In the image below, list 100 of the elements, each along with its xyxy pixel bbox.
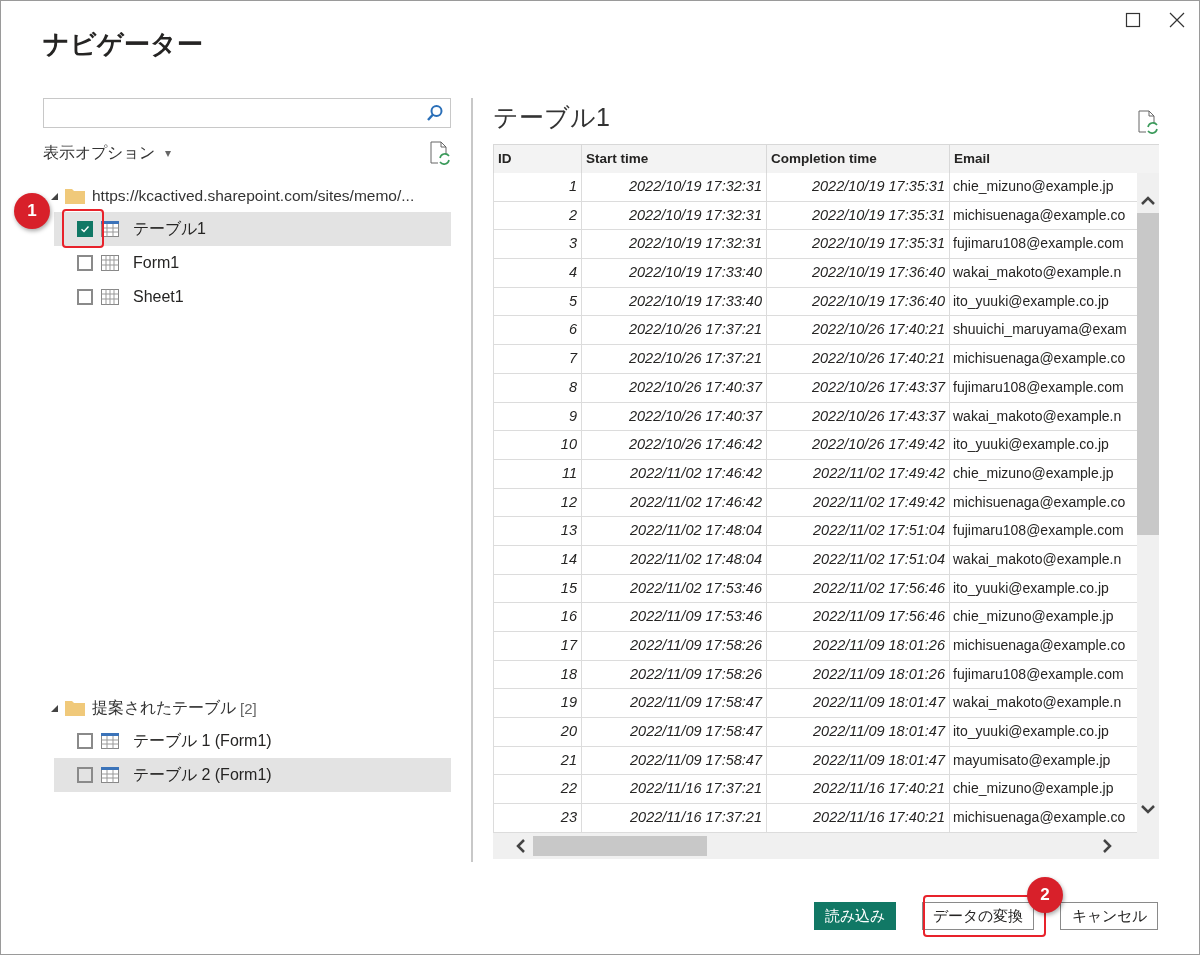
expand-triangle-icon[interactable] — [51, 704, 58, 712]
tree-item[interactable]: テーブル 2 (Form1) — [54, 758, 451, 792]
dialog-button[interactable]: データの変換 — [922, 902, 1034, 930]
dialog-button[interactable]: キャンセル — [1060, 902, 1158, 930]
table-cell: 2022/11/02 17:48:04 — [581, 517, 766, 545]
table-cell: 2022/10/19 17:36:40 — [766, 259, 949, 287]
table-cell: 2022/11/09 18:01:47 — [766, 718, 949, 746]
table-cell: 23 — [493, 804, 581, 832]
highlight-frame — [62, 209, 104, 248]
table-cell: 2022/11/09 17:58:47 — [581, 718, 766, 746]
folder-icon — [64, 187, 86, 205]
item-count: [2] — [240, 699, 257, 717]
step-number-badge: 2 — [1027, 877, 1063, 913]
table-icon — [100, 766, 120, 784]
table-cell: 8 — [493, 373, 581, 402]
table-cell: 2022/11/02 17:46:42 — [581, 459, 766, 488]
table-cell: 6 — [493, 316, 581, 345]
table-cell: 2022/11/09 18:01:26 — [766, 660, 949, 689]
scroll-up-icon[interactable] — [1140, 195, 1156, 207]
table-cell: 3 — [493, 230, 581, 259]
preview-title: テーブル1 — [493, 102, 610, 133]
table-cell: 2022/11/09 17:58:26 — [581, 660, 766, 689]
table-cell: 4 — [493, 259, 581, 287]
table-cell: 2022/11/16 17:37:21 — [581, 804, 766, 832]
scrollbar-thumb[interactable] — [533, 835, 707, 856]
table-cell: 2022/11/16 17:37:21 — [581, 775, 766, 804]
column-header[interactable]: ID — [493, 145, 581, 173]
table-cell: 2022/11/02 17:56:46 — [766, 574, 949, 603]
table-cell: 2022/11/09 18:01:26 — [766, 632, 949, 660]
column-header[interactable]: Start time — [581, 145, 766, 173]
table-cell: 10 — [493, 431, 581, 459]
table-cell: 2022/10/26 17:40:21 — [766, 316, 949, 345]
table-cell: 2022/11/16 17:40:21 — [766, 775, 949, 804]
sheet-icon — [100, 288, 120, 306]
close-icon[interactable] — [1169, 12, 1185, 28]
table-cell: 9 — [493, 402, 581, 431]
table-cell: 2022/10/26 17:49:42 — [766, 431, 949, 459]
window-title: ナビゲーター — [43, 28, 203, 61]
table-cell: 2022/10/19 17:36:40 — [766, 287, 949, 316]
caret-icon: ▾ — [165, 146, 172, 160]
search-icon — [426, 104, 444, 122]
table-cell: 18 — [493, 660, 581, 689]
tree-item[interactable]: Form1 — [54, 246, 451, 280]
scroll-left-icon[interactable] — [515, 837, 527, 854]
table-cell: 2022/11/09 18:01:47 — [766, 689, 949, 718]
table-cell: 2022/10/19 17:33:40 — [581, 287, 766, 316]
table-cell: 5 — [493, 287, 581, 316]
table-cell: 2022/11/09 17:58:26 — [581, 632, 766, 660]
search-field[interactable] — [43, 98, 451, 128]
table-cell: 2022/11/02 17:51:04 — [766, 545, 949, 574]
table-cell: 2022/10/26 17:46:42 — [581, 431, 766, 459]
scroll-right-icon[interactable] — [1101, 837, 1113, 854]
table-cell: 2022/10/26 17:40:37 — [581, 402, 766, 431]
tree-item[interactable]: テーブル1 — [54, 212, 451, 246]
table-cell: 22 — [493, 775, 581, 804]
tree-group-label[interactable]: https://kcactived.sharepoint.com/sites/memo/... — [92, 187, 415, 205]
table-cell: 2022/11/02 17:49:42 — [766, 459, 949, 488]
table-cell: 12 — [493, 488, 581, 517]
checkbox[interactable] — [77, 255, 93, 271]
table-cell: 2022/10/19 17:32:31 — [581, 230, 766, 259]
scrollbar-thumb[interactable] — [1137, 213, 1159, 535]
refresh-document-icon[interactable] — [1137, 110, 1159, 134]
table-cell: 21 — [493, 746, 581, 775]
checkbox[interactable] — [77, 733, 93, 749]
table-cell: 2 — [493, 201, 581, 230]
table-cell: 11 — [493, 459, 581, 488]
display-options-dropdown[interactable]: 表示オプション ▾ — [43, 142, 172, 164]
tree-item[interactable]: テーブル 1 (Form1) — [54, 724, 451, 758]
table-cell: 2022/11/09 17:56:46 — [766, 603, 949, 631]
table-cell: 2022/11/16 17:40:21 — [766, 804, 949, 832]
folder-icon — [64, 699, 86, 717]
table-cell: 2022/11/02 17:49:42 — [766, 488, 949, 517]
horizontal-scrollbar[interactable] — [493, 832, 1159, 859]
table-cell: 2022/11/09 18:01:47 — [766, 746, 949, 775]
check-icon — [79, 223, 91, 235]
table-cell: 2022/11/09 17:53:46 — [581, 603, 766, 631]
checkbox[interactable] — [77, 767, 93, 783]
table-cell: 2022/10/19 17:32:31 — [581, 173, 766, 201]
table-cell: 2022/10/19 17:35:31 — [766, 230, 949, 259]
dialog-button[interactable]: 読み込み — [814, 902, 896, 930]
table-icon — [100, 732, 120, 750]
table-cell: 2022/10/19 17:35:31 — [766, 201, 949, 230]
table-cell: 17 — [493, 632, 581, 660]
table-cell: 14 — [493, 545, 581, 574]
refresh-document-icon[interactable] — [429, 141, 451, 165]
scroll-down-icon[interactable] — [1140, 802, 1156, 815]
table-cell: 2022/10/19 17:35:31 — [766, 173, 949, 201]
column-header[interactable]: Completion time — [766, 145, 949, 173]
maximize-icon[interactable] — [1125, 12, 1141, 28]
table-cell: 1 — [493, 173, 581, 201]
table-cell: 16 — [493, 603, 581, 631]
table-cell: 2022/10/19 17:33:40 — [581, 259, 766, 287]
table-cell: 2022/10/26 17:40:21 — [766, 345, 949, 373]
tree-item[interactable]: Sheet1 — [54, 280, 451, 314]
table-cell: 20 — [493, 718, 581, 746]
table-cell: 2022/10/19 17:32:31 — [581, 201, 766, 230]
checkbox[interactable] — [77, 221, 93, 237]
tree-group-label[interactable]: 提案されたテーブル — [92, 697, 236, 719]
table-cell: 2022/10/26 17:43:37 — [766, 402, 949, 431]
checkbox[interactable] — [77, 289, 93, 305]
